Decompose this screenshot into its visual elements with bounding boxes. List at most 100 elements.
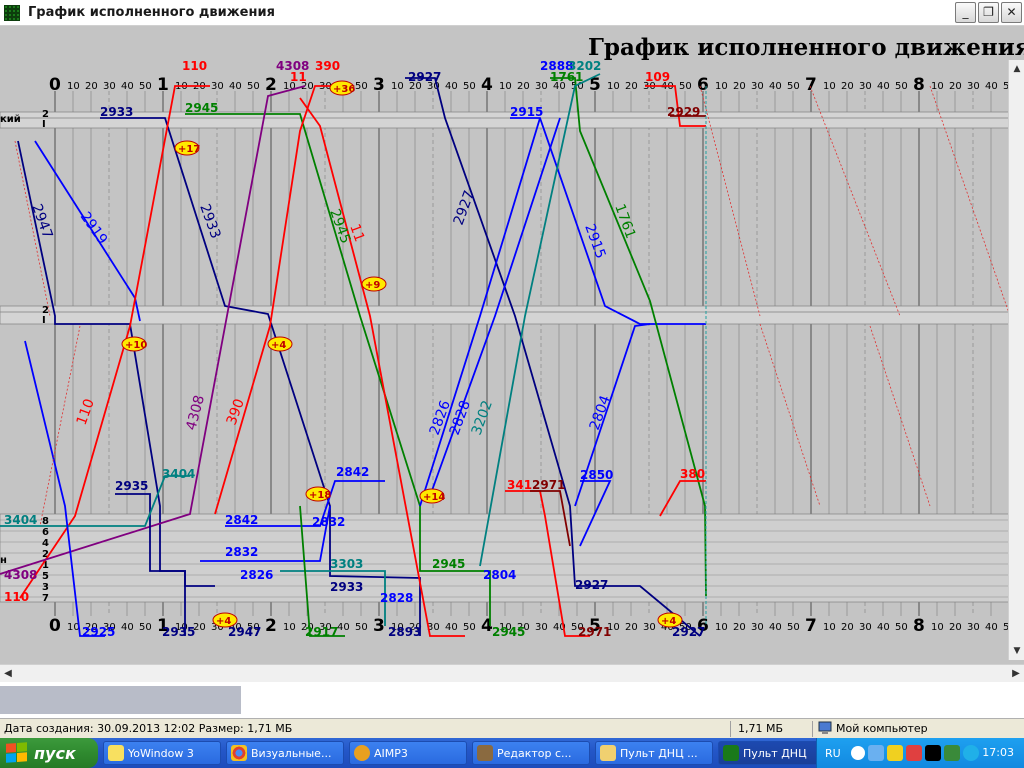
language-indicator[interactable]: RU	[825, 747, 841, 760]
temperature-icon[interactable]	[924, 745, 941, 761]
train-number-label: 2917	[305, 625, 338, 639]
train-number-label: 2929	[667, 105, 700, 119]
minimize-button[interactable]: _	[955, 2, 976, 23]
top-minute-label: 40	[229, 81, 242, 92]
bottom-minute-label: 50	[463, 622, 476, 633]
tray-back-icon[interactable]	[850, 746, 865, 760]
task-aimp[interactable]: AIMP3	[349, 741, 467, 765]
track-label: 6	[42, 527, 49, 538]
planned-line	[869, 325, 931, 507]
train-number-label: 2925	[82, 625, 115, 639]
bottom-minute-label: 10	[823, 622, 836, 633]
app-window: График исполненного движения _ ❐ ✕ Графи…	[0, 0, 1024, 738]
train-number-label: 2927	[408, 70, 441, 84]
train-line	[214, 85, 340, 515]
top-minute-label: 10	[391, 81, 404, 92]
restore-button[interactable]: ❐	[978, 2, 999, 23]
bottom-minute-label: 30	[535, 622, 548, 633]
train-number-label: 109	[645, 70, 670, 84]
top-minute-label: 50	[247, 81, 260, 92]
train-number-label: 2935	[115, 479, 148, 493]
slope-label: 2915	[581, 222, 608, 261]
top-minute-label: 50	[355, 81, 368, 92]
task-chrome[interactable]: Визуальные...	[226, 741, 344, 765]
train-number-label: 11	[290, 70, 307, 84]
vertical-scrollbar[interactable]: ▲ ▼	[1008, 60, 1024, 660]
bottom-hour-label: 0	[49, 616, 61, 636]
top-minute-label: 30	[967, 81, 980, 92]
top-hour-label: 2	[265, 75, 277, 95]
delay-badge-text: +17	[178, 144, 200, 155]
delay-badge-text: +4	[216, 616, 231, 627]
train-number-label: 2915	[510, 105, 543, 119]
top-minute-label: 50	[787, 81, 800, 92]
bottom-minute-label: 30	[967, 622, 980, 633]
bottom-minute-label: 30	[751, 622, 764, 633]
delay-badge-text: +10	[125, 340, 147, 351]
track-label: 3	[42, 582, 49, 593]
station-name-top: кий	[0, 114, 21, 125]
bottom-minute-label: 40	[121, 622, 134, 633]
bottom-minute-label: 50	[895, 622, 908, 633]
train-number-label: 2933	[330, 580, 363, 594]
train-number-label: 2971	[532, 478, 565, 492]
top-minute-label: 20	[85, 81, 98, 92]
train-line	[510, 117, 706, 325]
top-minute-label: 20	[517, 81, 530, 92]
top-minute-label: 20	[625, 81, 638, 92]
train-number-label: 2850	[580, 468, 613, 482]
train-number-label: 2927	[575, 578, 608, 592]
security-icon[interactable]	[905, 745, 922, 761]
start-button[interactable]: пуск	[0, 738, 98, 768]
slope-label: 2933	[196, 202, 223, 241]
scroll-up-icon[interactable]: ▲	[1009, 64, 1024, 74]
task-editor[interactable]: Редактор с...	[472, 741, 590, 765]
top-hour-label: 6	[697, 75, 709, 95]
top-minute-label: 10	[499, 81, 512, 92]
train-number-label: 3404	[162, 467, 195, 481]
status-bar: Дата создания: 30.09.2013 12:02 Размер: …	[0, 718, 1024, 738]
bottom-minute-label: 40	[769, 622, 782, 633]
track-label: I	[42, 315, 46, 326]
train-number-label: 4308	[4, 568, 37, 582]
delay-badge-text: +4	[661, 616, 676, 627]
bottom-minute-label: 30	[859, 622, 872, 633]
scroll-down-icon[interactable]: ▼	[1009, 646, 1024, 656]
station-band-top	[0, 111, 1011, 129]
monitor-icon[interactable]	[943, 745, 960, 761]
slope-label: 2927	[451, 188, 478, 227]
delay-badge-text: +9	[365, 280, 380, 291]
train-graph-svg: 0 10 20 30 40 50 110 20 30 40 50 2 10 20 30 40 50 3 10 20 30…	[0, 59, 1016, 639]
train-number-label: 2947	[228, 625, 261, 639]
slope-label: 2947	[28, 202, 55, 241]
train-number-label: 2832	[225, 545, 258, 559]
aimp-icon	[354, 745, 370, 761]
scroll-right-icon[interactable]: ▶	[1008, 666, 1024, 682]
computer-icon	[818, 721, 832, 734]
skype-icon[interactable]	[962, 745, 979, 761]
train-number-label: 2893	[388, 625, 421, 639]
warning-icon[interactable]	[886, 745, 903, 761]
horizontal-scrollbar[interactable]: ◀ ▶	[0, 664, 1024, 682]
train-number-label: 110	[4, 590, 29, 604]
top-hour-label: 8	[913, 75, 925, 95]
task-yowindow[interactable]: YoWindow 3	[103, 741, 221, 765]
close-button[interactable]: ✕	[1001, 2, 1022, 23]
train-number-label: 2971	[578, 625, 611, 639]
train-number-label: 2828	[380, 591, 413, 605]
delay-badge-text: +36	[333, 84, 355, 95]
top-minute-label: 20	[733, 81, 746, 92]
train-number-label: 3404	[4, 513, 37, 527]
task-folder[interactable]: Пульт ДНЦ ...	[595, 741, 713, 765]
app-grid-icon	[4, 4, 20, 21]
bottom-hour-label: 2	[265, 616, 277, 636]
track-label: 7	[42, 593, 49, 604]
taskbar: пуск YoWindow 3 Визуальные... AIMP3 Реда…	[0, 738, 1024, 768]
top-minute-label: 10	[607, 81, 620, 92]
station-band-mid	[0, 305, 1011, 325]
scroll-left-icon[interactable]: ◀	[0, 666, 16, 682]
schedule-chart-canvas[interactable]: График исполненного движения по 0 10 20 30 4…	[0, 26, 1024, 664]
train-number-label: 341	[507, 478, 532, 492]
slope-label: 110	[74, 397, 98, 428]
network-icon[interactable]	[867, 745, 884, 761]
